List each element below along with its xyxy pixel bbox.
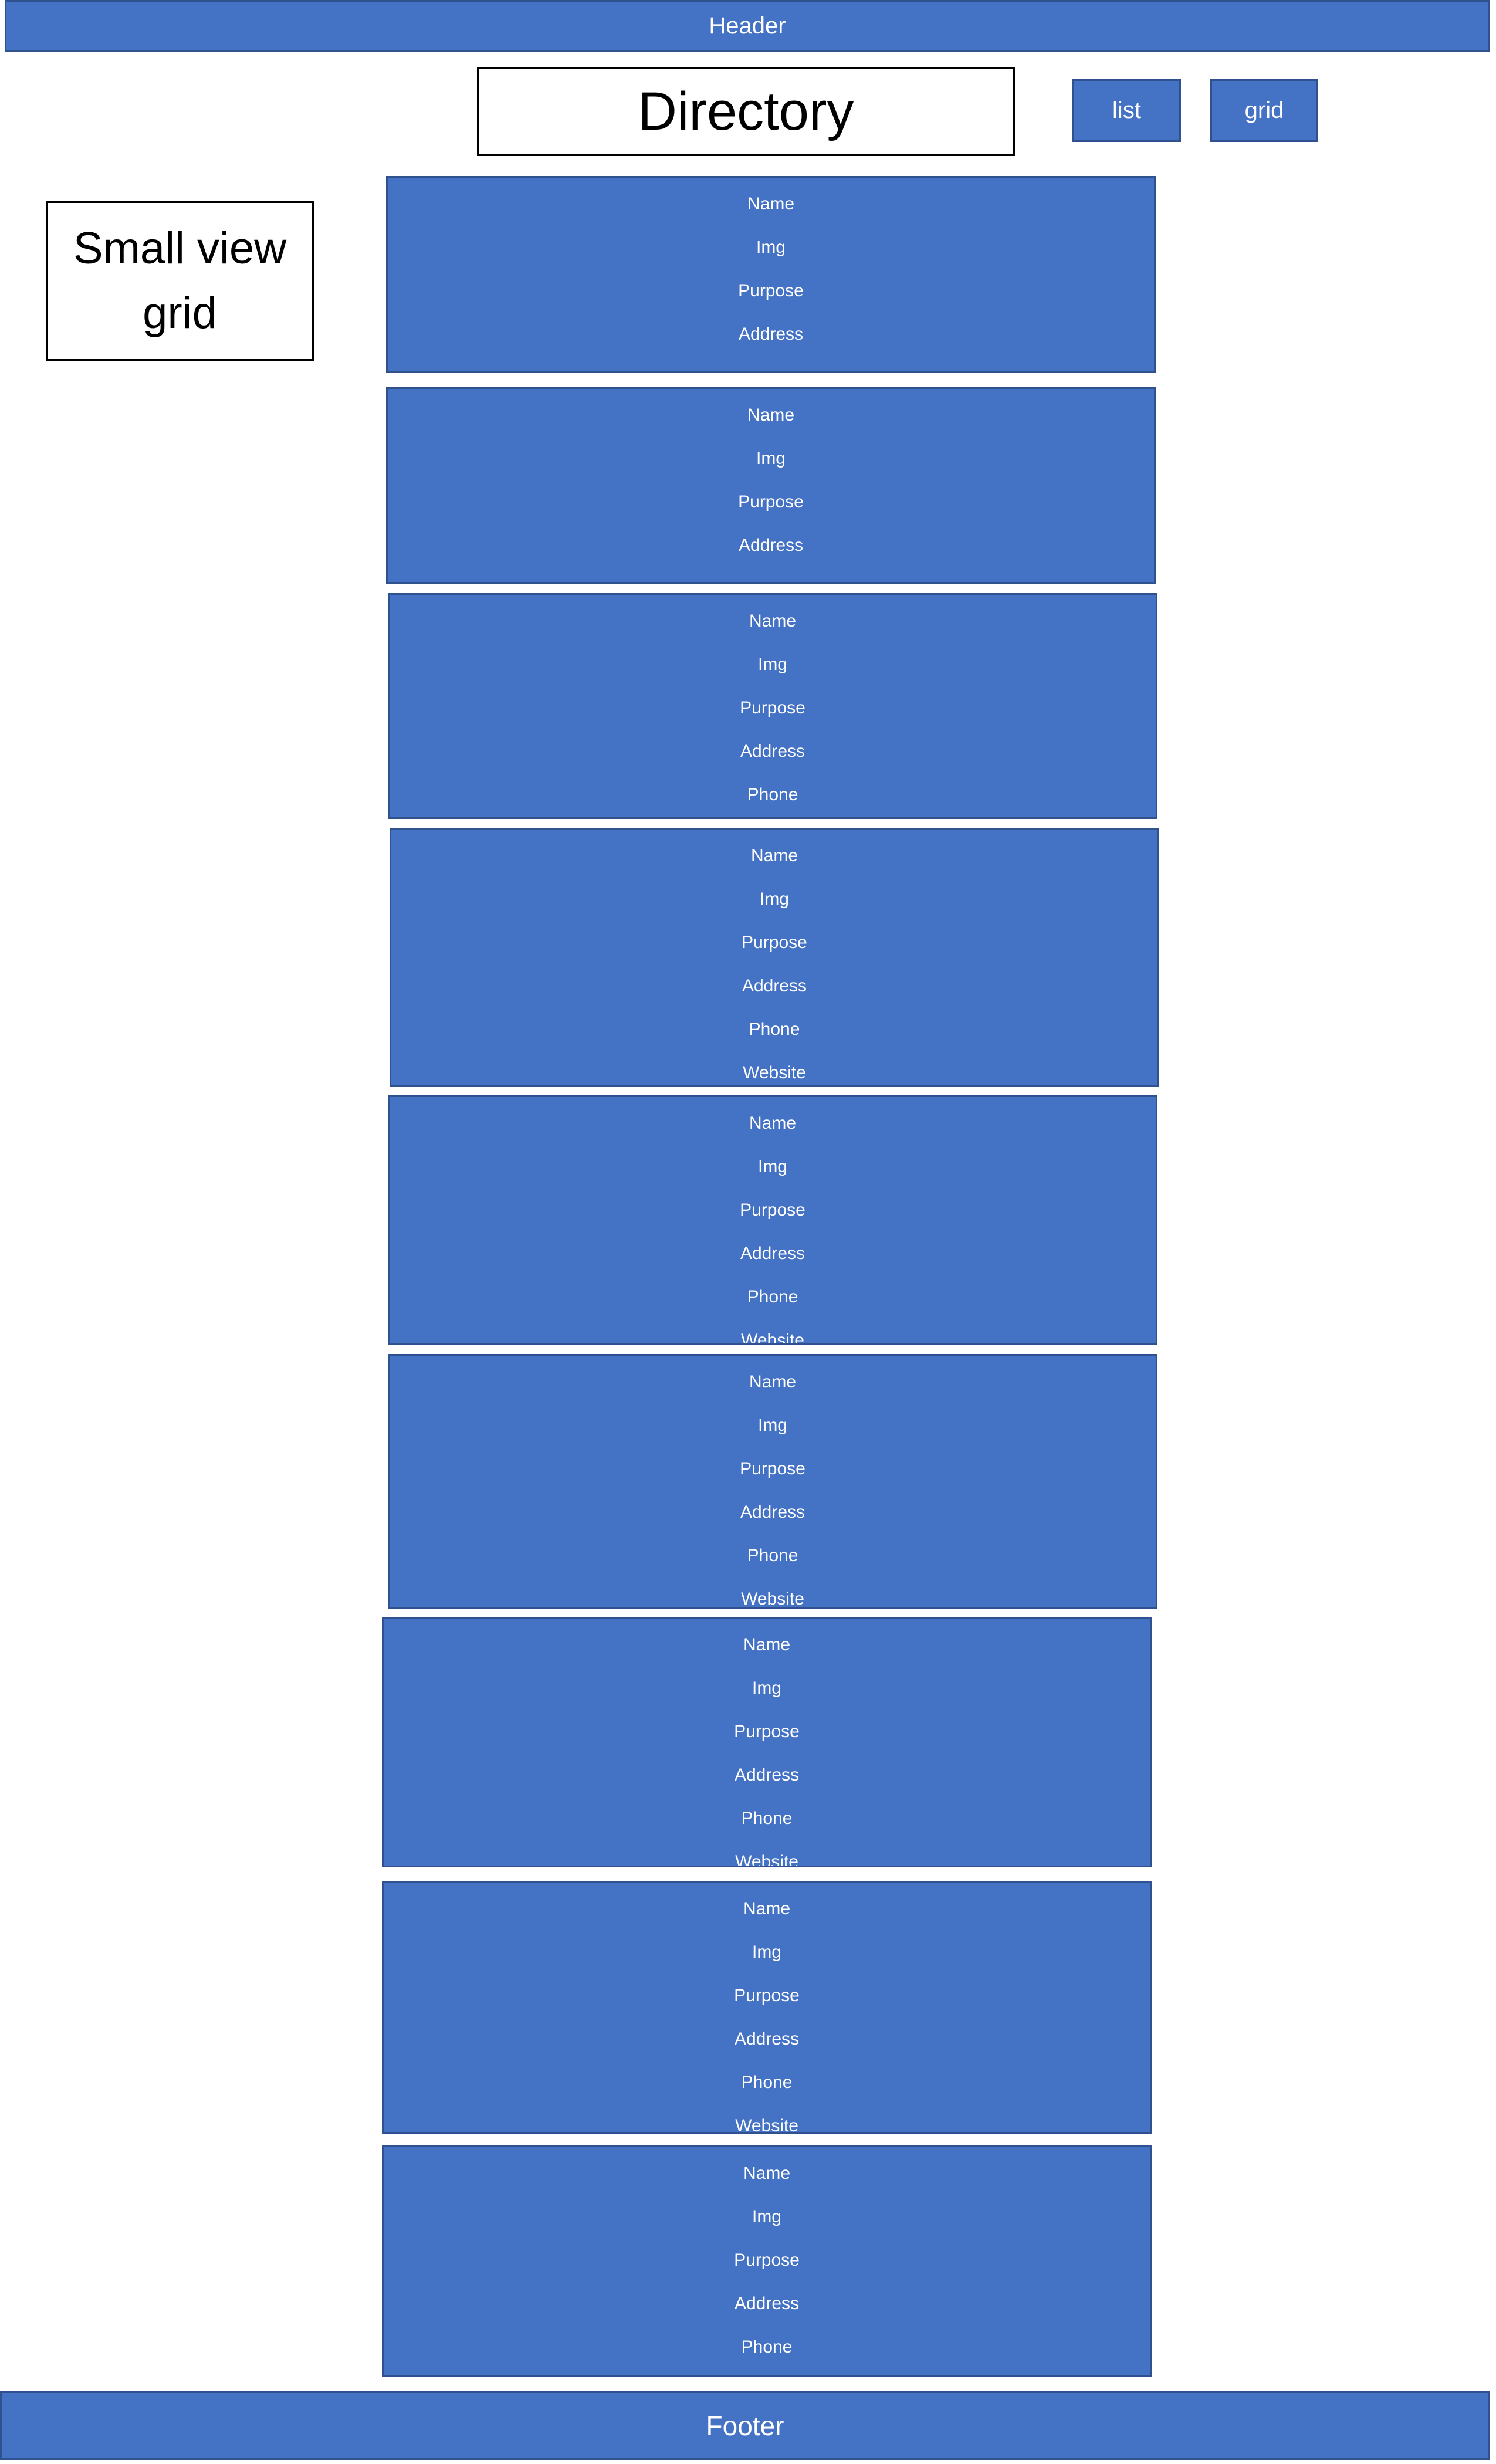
card-field-phone: Phone <box>741 2337 793 2357</box>
grid-view-button[interactable]: grid <box>1210 79 1318 142</box>
card-field-phone: Phone <box>749 1020 800 1039</box>
card-field-img: Img <box>757 1157 787 1176</box>
card-field-phone: Phone <box>747 1546 798 1565</box>
card-field-purpose: Purpose <box>734 2250 800 2270</box>
card-field-name: Name <box>749 1372 797 1392</box>
card-field-img: Img <box>759 889 789 909</box>
page-title: Directory <box>477 67 1015 156</box>
card-field-img: Img <box>752 1942 781 1962</box>
card-field-purpose: Purpose <box>738 492 804 512</box>
card-field-address: Address <box>740 1502 805 1522</box>
directory-card: Name Img Purpose Address <box>386 387 1156 584</box>
card-field-phone: Phone <box>741 2073 793 2092</box>
directory-card: Name Img Purpose Address Phone Website <box>390 828 1159 1087</box>
card-field-name: Name <box>747 194 795 214</box>
card-field-website: Website <box>735 2116 798 2134</box>
small-view-grid-note: Small view grid <box>46 201 314 361</box>
card-field-name: Name <box>743 2164 791 2183</box>
card-field-phone: Phone <box>747 785 798 804</box>
card-field-purpose: Purpose <box>738 281 804 300</box>
card-field-website: Website <box>741 1589 804 1609</box>
card-field-address: Address <box>742 976 807 996</box>
directory-card: Name Img Purpose Address Phone <box>382 2145 1152 2377</box>
card-field-address: Address <box>734 2294 800 2313</box>
list-view-button[interactable]: list <box>1072 79 1181 142</box>
card-field-purpose: Purpose <box>740 1200 805 1220</box>
card-field-img: Img <box>752 1678 781 1698</box>
card-field-purpose: Purpose <box>740 1459 805 1478</box>
directory-card: Name Img Purpose Address Phone Website <box>388 1095 1157 1345</box>
card-field-img: Img <box>752 2207 781 2226</box>
directory-card: Name Img Purpose Address Phone <box>388 593 1157 819</box>
card-field-phone: Phone <box>741 1809 793 1828</box>
card-field-name: Name <box>750 846 798 865</box>
card-field-website: Website <box>741 1331 804 1345</box>
card-field-address: Address <box>740 742 805 761</box>
directory-card: Name Img Purpose Address Phone Website <box>382 1617 1152 1867</box>
page-header: Header <box>5 0 1490 52</box>
card-field-name: Name <box>743 1899 791 1918</box>
card-field-name: Name <box>749 611 797 631</box>
card-field-purpose: Purpose <box>734 1722 800 1741</box>
card-field-purpose: Purpose <box>742 933 807 952</box>
card-field-img: Img <box>757 1416 787 1435</box>
card-field-name: Name <box>749 1113 797 1133</box>
card-field-name: Name <box>743 1635 791 1654</box>
page-footer: Footer <box>0 2391 1490 2460</box>
card-field-purpose: Purpose <box>734 1986 800 2005</box>
card-field-phone: Phone <box>747 1287 798 1307</box>
card-field-img: Img <box>757 655 787 674</box>
directory-card: Name Img Purpose Address Phone Website <box>382 1881 1152 2134</box>
card-field-address: Address <box>734 1765 800 1785</box>
card-field-address: Address <box>738 324 804 344</box>
card-field-address: Address <box>734 2029 800 2049</box>
card-field-website: Website <box>743 1063 806 1082</box>
directory-card: Name Img Purpose Address <box>386 176 1156 373</box>
card-field-address: Address <box>738 536 804 555</box>
card-field-address: Address <box>740 1244 805 1263</box>
card-field-img: Img <box>756 238 786 257</box>
card-field-website: Website <box>735 1852 798 1867</box>
card-field-name: Name <box>747 405 795 425</box>
card-field-purpose: Purpose <box>740 698 805 717</box>
directory-card: Name Img Purpose Address Phone Website <box>388 1354 1157 1609</box>
card-field-img: Img <box>756 449 786 468</box>
